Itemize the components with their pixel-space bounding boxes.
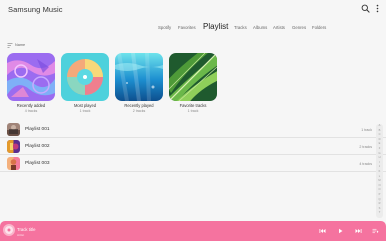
most-played-artwork	[61, 53, 109, 101]
tab-tracks[interactable]: Tracks	[234, 25, 247, 30]
skip-next-icon[interactable]	[355, 228, 362, 234]
playlist-count: 1 track	[361, 127, 372, 132]
card-title: Favorite tracks	[179, 103, 207, 108]
tab-albums[interactable]: Albums	[253, 25, 267, 30]
card-recently-added[interactable]: Recently added 4 tracks	[7, 53, 55, 113]
recently-played-artwork	[115, 53, 163, 101]
tab-folders[interactable]: Folders	[312, 25, 326, 30]
card-title: Most played	[73, 103, 97, 108]
playlist-title: Playlist 001	[25, 127, 50, 132]
playlist-count: 4 tracks	[359, 161, 372, 166]
category-tabs: Spotify Favorites Playlist Tracks Albums…	[0, 21, 386, 35]
now-playing-artist: Artist	[17, 233, 25, 237]
sort-button[interactable]: Name	[7, 42, 25, 48]
app-title: Samsung Music	[8, 5, 63, 14]
now-playing-artwork	[3, 224, 15, 236]
playlist-title: Playlist 003	[25, 161, 50, 166]
playlist-count: 2 tracks	[359, 144, 372, 149]
playlist-row[interactable]: Playlist 003 4 tracks	[0, 156, 386, 172]
favorite-tracks-artwork	[169, 53, 217, 101]
now-playing-title: Track title	[17, 227, 36, 232]
card-most-played[interactable]: Most played 1 track	[61, 53, 109, 113]
tab-genres[interactable]: Genres	[292, 25, 306, 30]
card-favorite-tracks[interactable]: Favorite tracks 1 track	[169, 53, 217, 113]
search-icon[interactable]	[361, 4, 370, 13]
card-recently-played[interactable]: Recently played 2 tracks	[115, 53, 163, 113]
playlist-row[interactable]: Playlist 001 1 track	[0, 122, 386, 138]
tab-favorites[interactable]: Favorites	[178, 25, 196, 30]
play-icon[interactable]	[337, 228, 344, 234]
playlist-title: Playlist 002	[25, 144, 50, 149]
playlist-artwork	[7, 140, 20, 153]
sort-label: Name	[15, 43, 26, 47]
card-subtitle: 1 track	[79, 108, 91, 113]
recently-added-artwork	[7, 53, 55, 101]
playlist-row[interactable]: Playlist 002 2 tracks	[0, 139, 386, 155]
card-title: Recently played	[124, 103, 154, 108]
queue-icon[interactable]	[372, 228, 379, 234]
skip-previous-icon[interactable]	[319, 228, 326, 234]
card-subtitle: 2 tracks	[132, 108, 146, 113]
mini-player[interactable]: Track title Artist	[0, 221, 386, 241]
sort-icon	[7, 42, 13, 48]
more-vert-icon[interactable]	[373, 4, 382, 13]
index-letter[interactable]: T	[376, 211, 383, 216]
playlist-artwork	[7, 123, 20, 136]
card-subtitle: 1 track	[187, 108, 199, 113]
card-subtitle: 4 tracks	[24, 108, 38, 113]
tab-artists[interactable]: Artists	[273, 25, 285, 30]
tab-spotify[interactable]: Spotify	[158, 25, 171, 30]
card-title: Recently added	[16, 103, 46, 108]
alphabet-index-scroller[interactable]: A B C D E F G H I J K L M N O P Q R S T	[376, 124, 383, 218]
playlist-artwork	[7, 157, 20, 170]
tab-playlist[interactable]: Playlist	[203, 22, 228, 31]
